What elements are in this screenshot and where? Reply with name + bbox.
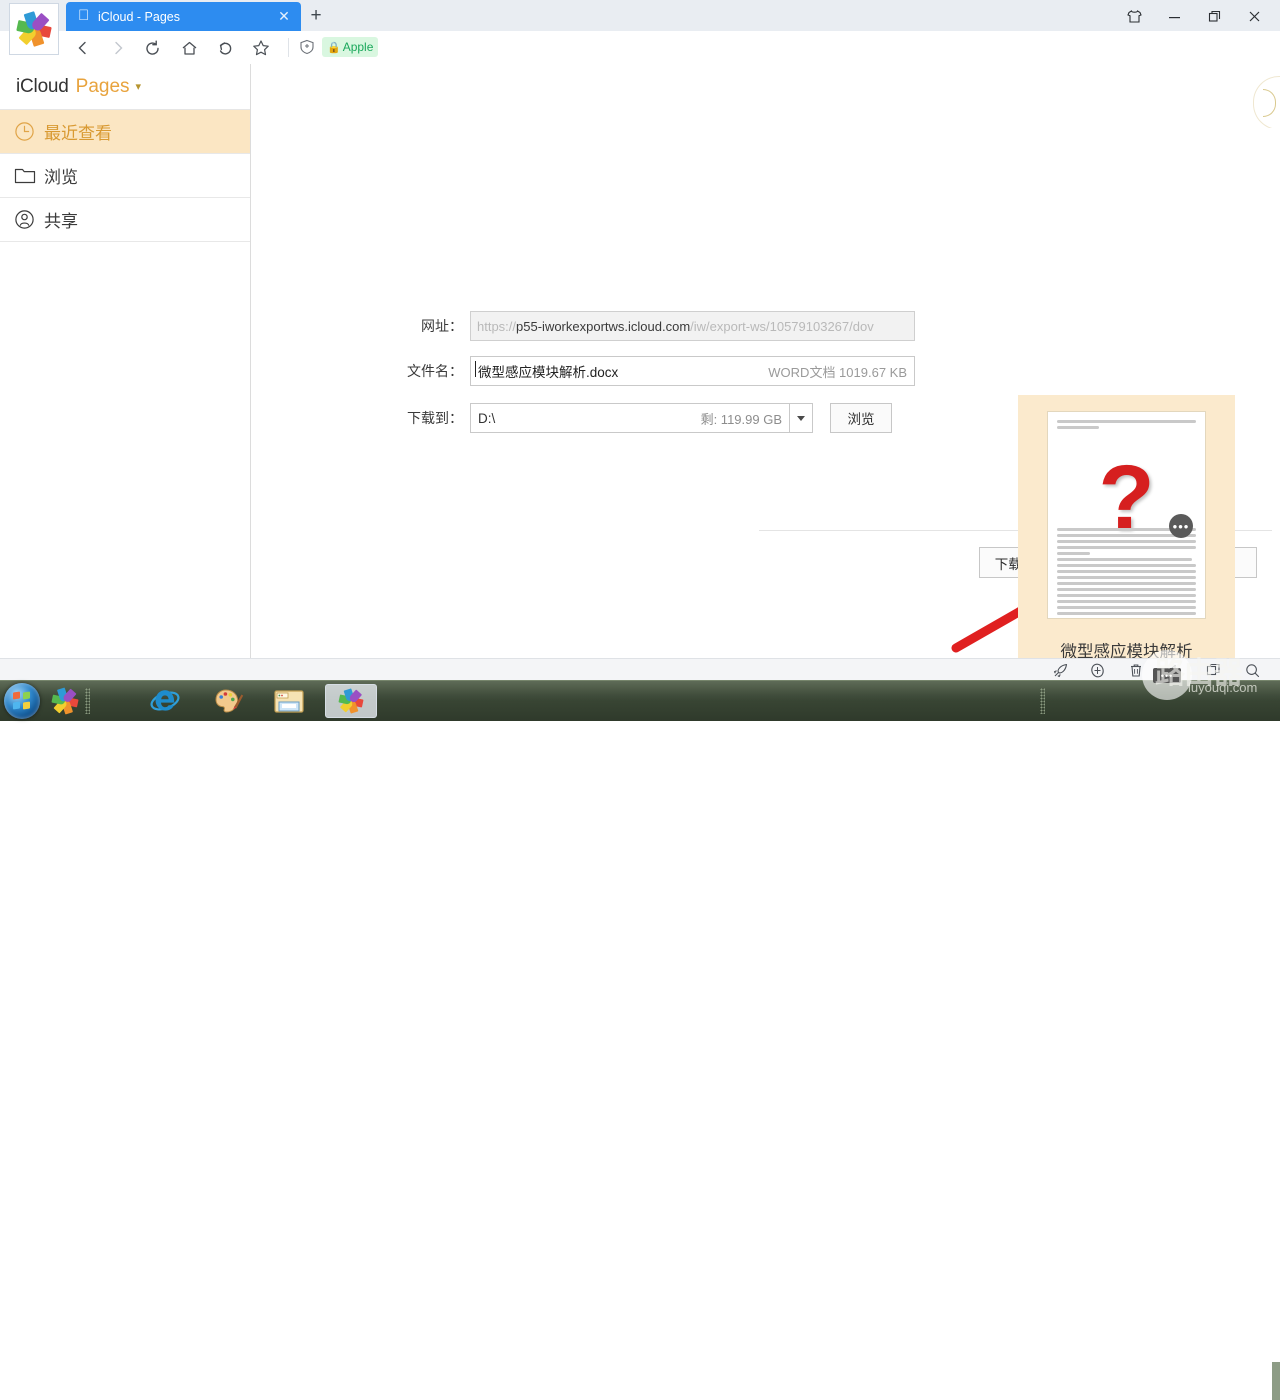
page-side-affordance [1253,76,1280,130]
close-icon[interactable]: ✕ [276,8,292,24]
browser-window:  iCloud - Pages ✕ + [0,0,1280,722]
undo-button[interactable] [212,35,238,61]
browser-toolbar: 🔒 Apple [0,31,1280,65]
watermark-secondary: luyouqi.com [1188,680,1258,695]
rocket-icon[interactable] [1050,661,1070,679]
address-bar-text: Apple [342,40,374,54]
taskbar-active-window[interactable] [325,684,377,718]
download-path-value: D:\ [478,410,496,426]
360-browser-icon[interactable] [48,685,82,717]
browse-button[interactable]: 浏览 [830,403,892,433]
apple-icon:  [78,8,91,24]
forward-button[interactable] [105,35,131,61]
filename-meta: WORD文档 1019.67 KB [768,364,907,380]
chevron-down-icon [797,415,805,421]
close-window-button[interactable] [1234,1,1274,31]
sidebar-item-shared[interactable]: 共享 [0,198,250,242]
folder-icon [14,163,44,189]
filename-field-row: 文件名： 微型感应模块解析.docx WORD文档 1019.67 KB [385,356,915,386]
window-controls [1114,1,1274,31]
tab-icloud-pages[interactable]:  iCloud - Pages ✕ [66,2,301,31]
sidebar-item-label: 浏览 [44,168,78,187]
new-tab-button[interactable]: + [305,5,327,27]
document-preview: ? ••• [1047,411,1206,619]
url-input[interactable]: https://p55-iworkexportws.icloud.com/iw/… [470,311,915,341]
paint-icon[interactable] [212,685,246,717]
icloud-brand[interactable]: iCloud Pages ▾ [0,64,250,110]
download-path-label: 下载到： [407,410,463,426]
url-field-row: 网址： https://p55-iworkexportws.icloud.com… [385,311,915,341]
icloud-sidebar: iCloud Pages ▾ 最近查看 浏览 共享 [0,64,251,658]
filename-input[interactable]: 微型感应模块解析.docx WORD文档 1019.67 KB [470,356,915,386]
sidebar-item-label: 最近查看 [44,124,112,143]
address-bar-secure-chip[interactable]: 🔒 Apple [322,37,379,57]
shield-icon[interactable] [297,37,317,57]
document-thumbnail-card[interactable]: ? ••• 微型感应模块解析 2017年9月19日下午2:02 [1018,395,1235,696]
taskbar-right-edge [1272,1362,1280,1400]
sidebar-item-recent[interactable]: 最近查看 [0,110,250,154]
download-path-input[interactable]: D:\ 剩: 119.99 GB [470,403,790,433]
download-path-row: 下载到： D:\ 剩: 119.99 GB 浏览 [385,403,892,433]
page-content: iCloud Pages ▾ 最近查看 浏览 共享 网址： https:// p… [0,64,1280,722]
file-explorer-icon[interactable] [272,685,306,717]
url-field-label: 网址： [421,318,463,334]
quicklaunch-grip[interactable] [85,688,90,714]
browser-status-bar [0,658,1280,681]
toolbar-divider [288,38,289,57]
back-button[interactable] [70,35,96,61]
more-dots-icon[interactable]: ••• [1169,514,1193,538]
favorite-button[interactable] [248,35,274,61]
person-icon [14,207,44,233]
url-path: /iw/export-ws/10579103267/dov [690,318,874,334]
preview-body-lines [1057,528,1196,618]
reload-button[interactable] [139,35,165,61]
filename-field-label: 文件名： [407,363,463,379]
url-scheme: https:// [477,318,517,334]
url-host: p55-iworkexportws.icloud.com [516,318,691,334]
internet-explorer-icon[interactable] [148,685,182,717]
free-space-label: 剩: 119.99 GB [700,411,782,427]
brand-icloud-label: iCloud [16,75,69,97]
maximize-button[interactable] [1194,1,1234,31]
sidebar-item-browse[interactable]: 浏览 [0,154,250,198]
chevron-down-icon[interactable]: ▾ [136,80,142,93]
windows-taskbar: CH ✚ 20:46 2017/10/2 [0,680,1280,1400]
sidebar-item-label: 共享 [44,212,78,231]
minimize-button[interactable] [1154,1,1194,31]
skin-button[interactable] [1114,1,1154,31]
home-button[interactable] [176,35,202,61]
download-path-dropdown[interactable] [790,403,813,433]
brand-app-label: Pages [75,75,130,97]
tray-grip[interactable] [1040,688,1045,714]
preview-heading-lines [1057,420,1196,432]
windows-start-orb-icon[interactable] [4,683,40,719]
360-pinwheel-icon [9,3,59,55]
filename-value: 微型感应模块解析.docx [474,361,618,381]
tab-title: iCloud - Pages [98,10,180,24]
clock-icon [14,119,44,145]
lock-icon: 🔒 [327,41,341,54]
speed-icon[interactable] [1087,661,1107,679]
